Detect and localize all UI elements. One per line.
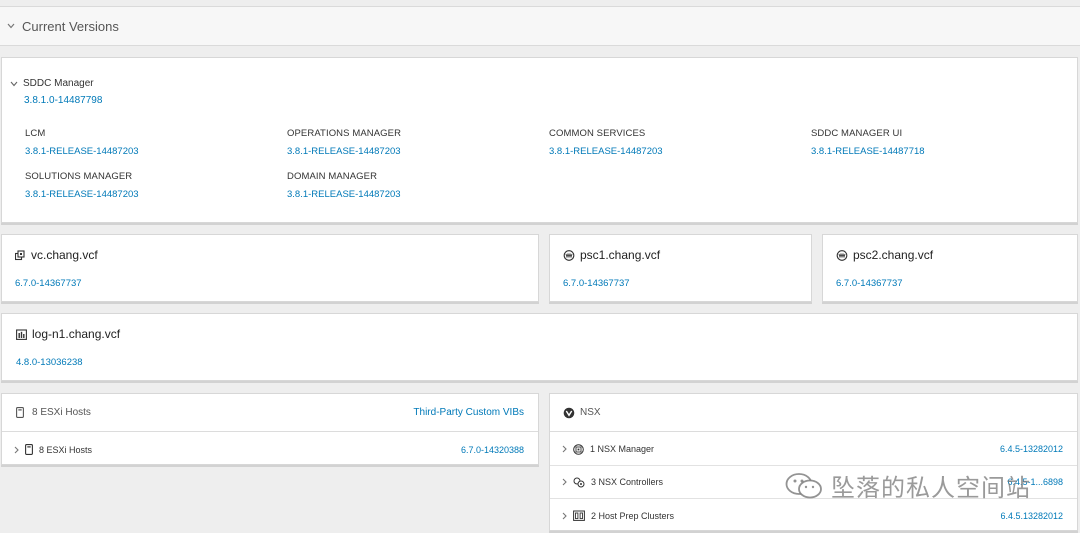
sddc-manager-card: SDDC Manager 3.8.1.0-14487798 LCM 3.8.1-…: [1, 57, 1078, 223]
nsx-icon: [563, 407, 575, 419]
vm-card-psc1: psc1.chang.vcf 6.7.0-14367737: [549, 234, 812, 302]
watermark-text: 坠落的私人空间站: [831, 474, 1031, 502]
nsx-controllers-icon: [573, 477, 585, 488]
vm-name: log-n1.chang.vcf: [32, 327, 121, 341]
vm-version[interactable]: 6.7.0-14367737: [15, 278, 82, 289]
vm-version[interactable]: 6.7.0-14367737: [836, 278, 903, 289]
third-party-vibs-link[interactable]: Third-Party Custom VIBs: [413, 407, 524, 418]
component-name: LCM: [25, 128, 46, 139]
chevron-right-icon[interactable]: [14, 446, 19, 454]
vm-title[interactable]: psc2.chang.vcf: [836, 248, 933, 262]
esxi-hosts-row[interactable]: 8 ESXi Hosts 6.7.0-14320388: [2, 433, 538, 466]
esxi-panel-title: 8 ESXi Hosts: [32, 407, 91, 418]
log-insight-icon: [16, 328, 27, 340]
vcenter-icon: [15, 249, 26, 261]
cluster-icon: [573, 510, 585, 521]
component-solutions-manager: SOLUTIONS MANAGER 3.8.1-RELEASE-14487203: [25, 171, 265, 200]
chevron-down-icon[interactable]: [10, 81, 18, 87]
component-version[interactable]: 3.8.1-RELEASE-14487203: [287, 189, 527, 200]
chevron-right-icon[interactable]: [562, 445, 567, 453]
sddc-manager-version[interactable]: 3.8.1.0-14487798: [24, 95, 102, 106]
vm-version[interactable]: 4.8.0-13036238: [16, 357, 83, 368]
component-version[interactable]: 3.8.1-RELEASE-14487203: [25, 189, 265, 200]
psc-icon: [563, 249, 575, 261]
vm-card-psc2: psc2.chang.vcf 6.7.0-14367737: [822, 234, 1078, 302]
component-name: SDDC MANAGER UI: [811, 128, 903, 139]
vm-version[interactable]: 6.7.0-14367737: [563, 278, 630, 289]
vm-card-vc: vc.chang.vcf 6.7.0-14367737: [1, 234, 539, 302]
component-name: OPERATIONS MANAGER: [287, 128, 402, 139]
esxi-panel-header: 8 ESXi Hosts Third-Party Custom VIBs: [2, 394, 538, 432]
component-name: COMMON SERVICES: [549, 128, 646, 139]
row-version[interactable]: 6.7.0-14320388: [461, 445, 524, 455]
component-sddc-manager-ui: SDDC MANAGER UI 3.8.1-RELEASE-14487718: [811, 128, 1051, 157]
component-domain-manager: DOMAIN MANAGER 3.8.1-RELEASE-14487203: [287, 171, 527, 200]
nsx-panel: NSX 1 NSX Manager 6.4.5-13282012 3 NSX C…: [549, 393, 1078, 531]
nsx-manager-row[interactable]: 1 NSX Manager 6.4.5-13282012: [550, 433, 1077, 466]
vm-name: psc1.chang.vcf: [580, 248, 661, 262]
component-common-services: COMMON SERVICES 3.8.1-RELEASE-14487203: [549, 128, 789, 157]
section-title: Current Versions: [22, 18, 119, 34]
chevron-right-icon[interactable]: [562, 512, 567, 520]
row-label: 8 ESXi Hosts: [39, 444, 93, 455]
current-versions-header[interactable]: Current Versions: [0, 6, 1080, 46]
vm-title[interactable]: psc1.chang.vcf: [563, 248, 660, 262]
esxi-hosts-panel: 8 ESXi Hosts Third-Party Custom VIBs 8 E…: [1, 393, 539, 465]
row-label: 2 Host Prep Clusters: [591, 510, 675, 521]
nsx-manager-icon: [573, 443, 584, 455]
psc-icon: [836, 249, 848, 261]
vm-title[interactable]: vc.chang.vcf: [15, 248, 98, 262]
component-version[interactable]: 3.8.1-RELEASE-14487718: [811, 146, 1051, 157]
component-version[interactable]: 3.8.1-RELEASE-14487203: [25, 146, 265, 157]
row-version[interactable]: 6.4.5.13282012: [1000, 511, 1063, 521]
chevron-right-icon[interactable]: [562, 478, 567, 486]
host-icon: [25, 444, 33, 455]
chat-bubble-icon: [785, 472, 823, 500]
component-version[interactable]: 3.8.1-RELEASE-14487203: [549, 146, 789, 157]
nsx-panel-title: NSX: [580, 407, 601, 418]
vm-title[interactable]: log-n1.chang.vcf: [16, 327, 120, 341]
sddc-manager-toggle[interactable]: SDDC Manager: [10, 78, 94, 89]
row-label: 1 NSX Manager: [590, 444, 655, 454]
vm-card-log-insight: log-n1.chang.vcf 4.8.0-13036238: [1, 313, 1078, 381]
component-name: SOLUTIONS MANAGER: [25, 171, 133, 182]
row-version[interactable]: 6.4.5-13282012: [1000, 444, 1063, 454]
host-prep-clusters-row[interactable]: 2 Host Prep Clusters 6.4.5.13282012: [550, 499, 1077, 532]
component-lcm: LCM 3.8.1-RELEASE-14487203: [25, 128, 265, 157]
chevron-down-icon[interactable]: [6, 21, 16, 31]
component-version[interactable]: 3.8.1-RELEASE-14487203: [287, 146, 527, 157]
sddc-manager-title: SDDC Manager: [23, 78, 94, 89]
row-label: 3 NSX Controllers: [591, 477, 664, 487]
host-icon: [16, 407, 24, 418]
component-operations-manager: OPERATIONS MANAGER 3.8.1-RELEASE-1448720…: [287, 128, 527, 157]
nsx-panel-header: NSX: [550, 394, 1077, 432]
watermark: 坠落的私人空间站: [785, 468, 1031, 503]
component-name: DOMAIN MANAGER: [287, 171, 378, 182]
vm-name: vc.chang.vcf: [31, 248, 98, 262]
vm-name: psc2.chang.vcf: [853, 248, 934, 262]
